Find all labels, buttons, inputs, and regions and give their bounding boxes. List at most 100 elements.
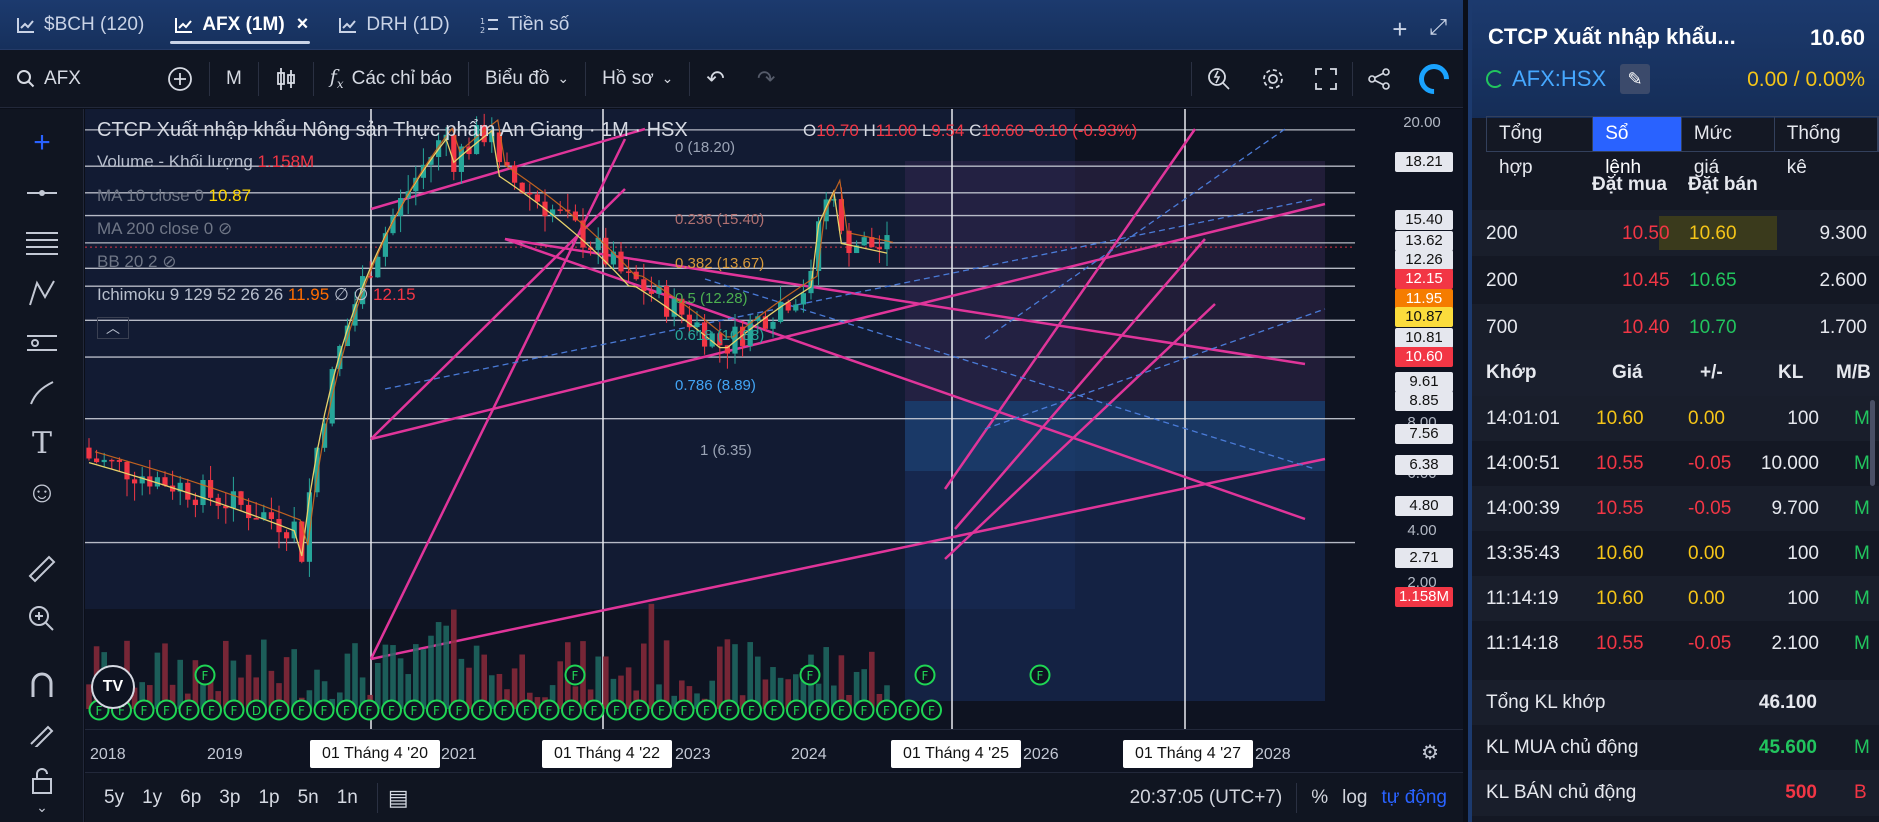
event-badge[interactable]: F <box>493 699 515 721</box>
panel-tab[interactable]: Tổng hợp <box>1487 117 1594 178</box>
event-badge[interactable]: F <box>921 699 942 721</box>
event-badge[interactable]: F <box>313 699 335 721</box>
timeframe-5y[interactable]: 5y <box>95 787 133 809</box>
symbol-exchange[interactable]: AFX:HSX <box>1512 66 1606 92</box>
match-row[interactable]: 13:35:43 10.60 0.00 100 M <box>1472 531 1879 576</box>
orderbook-row[interactable]: 200 10.45 10.65 2.600 <box>1472 257 1879 303</box>
edit-icon[interactable]: ✎ <box>1620 64 1650 94</box>
event-badge[interactable]: F <box>291 699 312 721</box>
event-badge[interactable]: F <box>564 664 586 686</box>
interval-button[interactable]: M <box>210 50 258 107</box>
text-tool[interactable]: T <box>22 423 62 463</box>
ruler-tool[interactable] <box>22 549 62 589</box>
zoom-tool[interactable] <box>22 599 62 639</box>
tab-afx[interactable]: AFX (1M) × <box>158 0 322 50</box>
event-badge[interactable]: F <box>403 699 425 721</box>
event-badge[interactable]: F <box>628 699 650 721</box>
calendar-range-icon[interactable]: ▤ <box>388 785 409 811</box>
panel-tab[interactable]: Sổ lệnh <box>1593 117 1682 178</box>
collapse-legend-button[interactable]: ︿ <box>97 317 129 339</box>
axis-settings-icon[interactable]: ⚙ <box>1421 740 1439 765</box>
close-icon[interactable]: × <box>297 13 309 36</box>
event-badge[interactable]: F <box>268 699 290 721</box>
undo-button[interactable]: ↶ <box>690 50 740 107</box>
event-badge[interactable]: F <box>876 699 897 721</box>
quick-search-button[interactable] <box>1192 50 1246 108</box>
event-badge[interactable]: F <box>156 699 177 721</box>
event-badge[interactable]: F <box>696 699 717 721</box>
lock-draw-tool[interactable] <box>22 713 62 753</box>
orderbook-row[interactable]: 700 10.40 10.70 1.700 <box>1472 304 1879 350</box>
legend-ma10[interactable]: MA 10 close 0 10.87 <box>97 186 251 206</box>
timeframe-5n[interactable]: 5n <box>289 787 328 809</box>
event-badge[interactable]: F <box>583 699 605 721</box>
event-badge[interactable]: F <box>336 699 357 721</box>
event-badge[interactable]: F <box>426 699 447 721</box>
event-badge[interactable]: F <box>673 699 695 721</box>
event-badge[interactable]: F <box>201 699 222 721</box>
panel-tab[interactable]: Mức giá <box>1682 117 1775 178</box>
event-badge[interactable]: F <box>358 699 380 721</box>
legend-volume[interactable]: Volume - Khối lượng 1.158M <box>97 152 314 172</box>
event-badge[interactable]: F <box>831 699 852 721</box>
timeframe-1n[interactable]: 1n <box>328 787 367 809</box>
settings-button[interactable] <box>1246 50 1300 108</box>
compare-button[interactable] <box>97 50 209 107</box>
line-tool[interactable] <box>22 173 62 213</box>
match-row[interactable]: 11:14:18 10.55 -0.05 2.100 M <box>1472 621 1879 666</box>
tab-bch[interactable]: $BCH (120) <box>0 0 158 50</box>
tab-tien-so[interactable]: 12 Tiền số <box>464 0 584 50</box>
event-badge[interactable]: F <box>223 699 245 721</box>
event-badge[interactable]: F <box>1029 664 1051 686</box>
event-badge[interactable]: F <box>448 699 470 721</box>
expand-icon[interactable]: ⤢ <box>1429 14 1447 45</box>
scrollbar-thumb[interactable] <box>1870 400 1875 486</box>
emoji-tool[interactable]: ☺ <box>22 473 62 513</box>
event-badge[interactable]: F <box>718 699 740 721</box>
match-row[interactable]: 14:00:51 10.55 -0.05 10.000 M <box>1472 441 1879 486</box>
orderbook-row[interactable]: 200 10.50 10.60 9.300 <box>1472 210 1879 256</box>
event-badge[interactable]: F <box>898 699 920 721</box>
event-badge[interactable]: F <box>381 699 402 721</box>
timeframe-1p[interactable]: 1p <box>249 787 288 809</box>
event-badge[interactable]: F <box>561 699 582 721</box>
brush-tool[interactable] <box>22 373 62 413</box>
profile-dropdown[interactable]: Hồ sơ ⌄ <box>586 50 689 107</box>
match-row[interactable]: 14:01:01 10.60 0.00 100 M <box>1472 396 1879 441</box>
crosshair-tool[interactable]: + <box>22 123 62 163</box>
indicators-button[interactable]: fx Các chỉ báo <box>314 50 468 107</box>
auto-toggle[interactable]: tự động <box>1381 787 1447 809</box>
event-badge[interactable]: F <box>853 699 875 721</box>
event-badge[interactable]: F <box>763 699 785 721</box>
match-row[interactable]: 11:14:19 10.60 0.00 100 M <box>1472 576 1879 621</box>
percent-toggle[interactable]: % <box>1311 787 1328 809</box>
log-toggle[interactable]: log <box>1342 787 1367 809</box>
fullscreen-button[interactable] <box>1300 50 1352 108</box>
event-badge[interactable]: D <box>246 699 267 721</box>
event-badge[interactable]: F <box>538 699 560 721</box>
more-tools[interactable]: ⌄ <box>22 795 62 819</box>
tab-drh[interactable]: DRH (1D) <box>322 0 463 50</box>
symbol-search[interactable]: AFX <box>0 50 97 107</box>
event-badge[interactable]: F <box>741 699 762 721</box>
redo-button[interactable]: ↷ <box>741 50 791 107</box>
event-badge[interactable]: F <box>914 664 936 686</box>
event-badge[interactable]: F <box>799 664 821 686</box>
timeframe-1y[interactable]: 1y <box>133 787 171 809</box>
magnet-tool[interactable] <box>22 665 62 705</box>
hidden-eye-icon[interactable]: ⊘ <box>162 252 176 271</box>
match-row[interactable]: 14:00:39 10.55 -0.05 9.700 M <box>1472 486 1879 531</box>
legend-ma200[interactable]: MA 200 close 0 ⊘ <box>97 219 232 239</box>
event-badge[interactable]: F <box>651 699 672 721</box>
event-badge[interactable]: F <box>133 699 155 721</box>
hidden-eye-icon[interactable]: ⊘ <box>218 219 232 238</box>
event-badge[interactable]: F <box>471 699 492 721</box>
candle-type-button[interactable] <box>259 50 313 107</box>
legend-ichimoku[interactable]: Ichimoku 9 129 52 26 26 11.95 ∅ ∅ 12.15 <box>97 285 416 305</box>
timeframe-3p[interactable]: 3p <box>210 787 249 809</box>
event-badge[interactable]: F <box>786 699 807 721</box>
time-axis[interactable]: 2018 2019 2021 2023 2024 2026 2028 01 Th… <box>85 729 1463 772</box>
pattern-tool[interactable] <box>22 273 62 313</box>
add-tab-icon[interactable]: + <box>1392 14 1407 45</box>
chart-type-dropdown[interactable]: Biểu đồ ⌄ <box>469 50 585 107</box>
